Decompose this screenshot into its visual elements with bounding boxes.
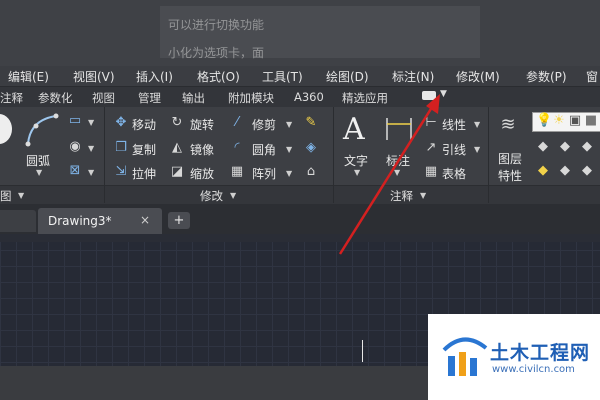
watermark-url: www.civilcn.com <box>492 364 575 375</box>
watermark-title: 土木工程网 <box>490 342 591 364</box>
watermark-logo <box>442 337 488 376</box>
